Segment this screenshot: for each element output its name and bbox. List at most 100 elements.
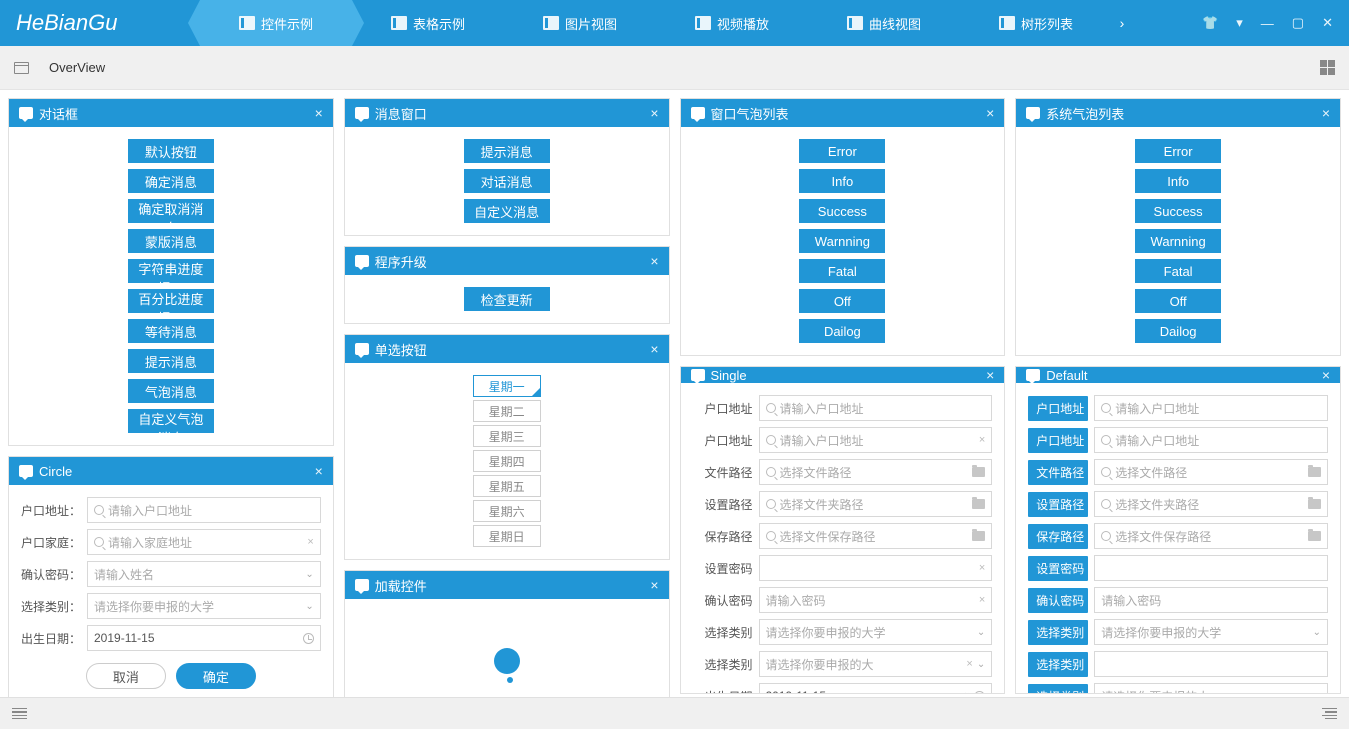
radio-item[interactable]: 星期一 [473, 375, 541, 397]
field-input[interactable] [1094, 555, 1328, 581]
card-close[interactable]: × [315, 105, 323, 121]
ok-button[interactable]: 确定 [176, 663, 256, 689]
confirm-input[interactable]: 请输入姓名⌄ [87, 561, 321, 587]
addr-input[interactable]: 请输入户口地址 [87, 497, 321, 523]
action-button[interactable]: Success [1135, 199, 1221, 223]
clear-icon[interactable]: × [966, 658, 972, 670]
clear-icon[interactable]: × [979, 434, 985, 446]
action-button[interactable]: Fatal [799, 259, 885, 283]
minimize-button[interactable]: — [1261, 16, 1274, 31]
folder-icon[interactable] [972, 499, 985, 509]
action-button[interactable]: 自定义气泡消息 [128, 409, 214, 433]
windows-icon[interactable] [1320, 60, 1335, 75]
action-button[interactable]: Dailog [799, 319, 885, 343]
action-button[interactable]: Info [799, 169, 885, 193]
theme-icon[interactable]: 👕 [1202, 15, 1218, 31]
field-input[interactable]: 选择文件路径 [759, 459, 993, 485]
action-button[interactable]: Success [799, 199, 885, 223]
action-button[interactable]: 气泡消息 [128, 379, 214, 403]
radio-item[interactable]: 星期日 [473, 525, 541, 547]
clear-icon[interactable]: × [979, 562, 985, 574]
radio-item[interactable]: 星期四 [473, 450, 541, 472]
card-close[interactable]: × [315, 463, 323, 479]
card-close[interactable]: × [650, 105, 658, 121]
action-button[interactable]: 检查更新 [464, 287, 550, 311]
field-input[interactable]: 选择文件保存路径 [759, 523, 993, 549]
clear-icon[interactable]: × [307, 536, 313, 548]
action-button[interactable]: Fatal [1135, 259, 1221, 283]
action-button[interactable]: 自定义消息 [464, 199, 550, 223]
field-input[interactable]: 请选择你要申报的大学⌄ [1094, 619, 1328, 645]
radio-item[interactable]: 星期五 [473, 475, 541, 497]
nav-tab[interactable]: 树形列表 [960, 0, 1112, 46]
action-button[interactable]: Warnning [1135, 229, 1221, 253]
action-button[interactable]: 蒙版消息 [128, 229, 214, 253]
card-close[interactable]: × [986, 105, 994, 121]
layout-icon[interactable] [14, 62, 29, 74]
field-input[interactable]: 请选择你要申报的大×⌄ [759, 651, 993, 677]
field-input[interactable]: × [759, 555, 993, 581]
action-button[interactable]: Off [799, 289, 885, 313]
action-button[interactable]: 百分比进度提示 [128, 289, 214, 313]
radio-item[interactable]: 星期三 [473, 425, 541, 447]
field-input[interactable]: 2019-11-15× [759, 683, 993, 694]
caret-down-icon[interactable]: ▾ [1236, 15, 1243, 31]
field-input[interactable]: 请输入密码× [759, 587, 993, 613]
maximize-button[interactable]: ▢ [1292, 15, 1304, 31]
clear-icon[interactable]: × [979, 594, 985, 606]
field-input[interactable]: 请输入户口地址 [759, 395, 993, 421]
nav-tab[interactable]: 控件示例 [200, 0, 352, 46]
action-button[interactable]: Warnning [799, 229, 885, 253]
action-button[interactable]: Info [1135, 169, 1221, 193]
action-button[interactable]: 确定消息 [128, 169, 214, 193]
field-input[interactable]: 选择文件夹路径 [1094, 491, 1328, 517]
folder-icon[interactable] [972, 467, 985, 477]
field-input[interactable]: 选择文件夹路径 [759, 491, 993, 517]
select-input[interactable]: 请选择你要申报的大学⌄ [87, 593, 321, 619]
action-button[interactable]: 提示消息 [128, 349, 214, 373]
action-button[interactable]: Error [1135, 139, 1221, 163]
field-input[interactable]: 请输入密码 [1094, 587, 1328, 613]
field-input[interactable]: 选择文件保存路径 [1094, 523, 1328, 549]
menu-icon[interactable] [12, 708, 27, 719]
clear-icon[interactable]: × [964, 690, 970, 694]
card-close[interactable]: × [986, 367, 994, 383]
field-input[interactable]: 请输入户口地址 [1094, 427, 1328, 453]
card-close[interactable]: × [1322, 367, 1330, 383]
nav-tab[interactable]: 视频播放 [656, 0, 808, 46]
folder-icon[interactable] [972, 531, 985, 541]
folder-icon[interactable] [1308, 467, 1321, 477]
action-button[interactable]: 字符串进度提示 [128, 259, 214, 283]
radio-item[interactable]: 星期六 [473, 500, 541, 522]
field-input[interactable] [1094, 651, 1328, 677]
action-button[interactable]: 确定取消消息 [128, 199, 214, 223]
action-button[interactable]: 等待消息 [128, 319, 214, 343]
action-button[interactable]: 对话消息 [464, 169, 550, 193]
action-button[interactable]: Dailog [1135, 319, 1221, 343]
action-button[interactable]: Off [1135, 289, 1221, 313]
folder-icon[interactable] [1308, 499, 1321, 509]
cancel-button[interactable]: 取消 [86, 663, 166, 689]
nav-tab[interactable]: 表格示例 [352, 0, 504, 46]
folder-icon[interactable] [1308, 531, 1321, 541]
close-button[interactable]: ✕ [1322, 15, 1333, 31]
nav-scroll-right[interactable]: › [1112, 0, 1132, 46]
field-input[interactable]: 请选择你要申报的大学⌄ [759, 619, 993, 645]
menu-right-icon[interactable] [1322, 708, 1337, 719]
card-close[interactable]: × [650, 341, 658, 357]
field-input[interactable]: 请选择你要申报的大⌄ [1094, 683, 1328, 694]
nav-tab[interactable]: 图片视图 [504, 0, 656, 46]
birth-input[interactable]: 2019-11-15 [87, 625, 321, 651]
field-input[interactable]: 请输入户口地址× [759, 427, 993, 453]
card-close[interactable]: × [650, 253, 658, 269]
field-input[interactable]: 请输入户口地址 [1094, 395, 1328, 421]
action-button[interactable]: 提示消息 [464, 139, 550, 163]
home-input[interactable]: 请输入家庭地址× [87, 529, 321, 555]
action-button[interactable]: 默认按钮 [128, 139, 214, 163]
nav-tab[interactable]: 曲线视图 [808, 0, 960, 46]
card-close[interactable]: × [650, 577, 658, 593]
card-close[interactable]: × [1322, 105, 1330, 121]
action-button[interactable]: Error [799, 139, 885, 163]
field-input[interactable]: 选择文件路径 [1094, 459, 1328, 485]
radio-item[interactable]: 星期二 [473, 400, 541, 422]
